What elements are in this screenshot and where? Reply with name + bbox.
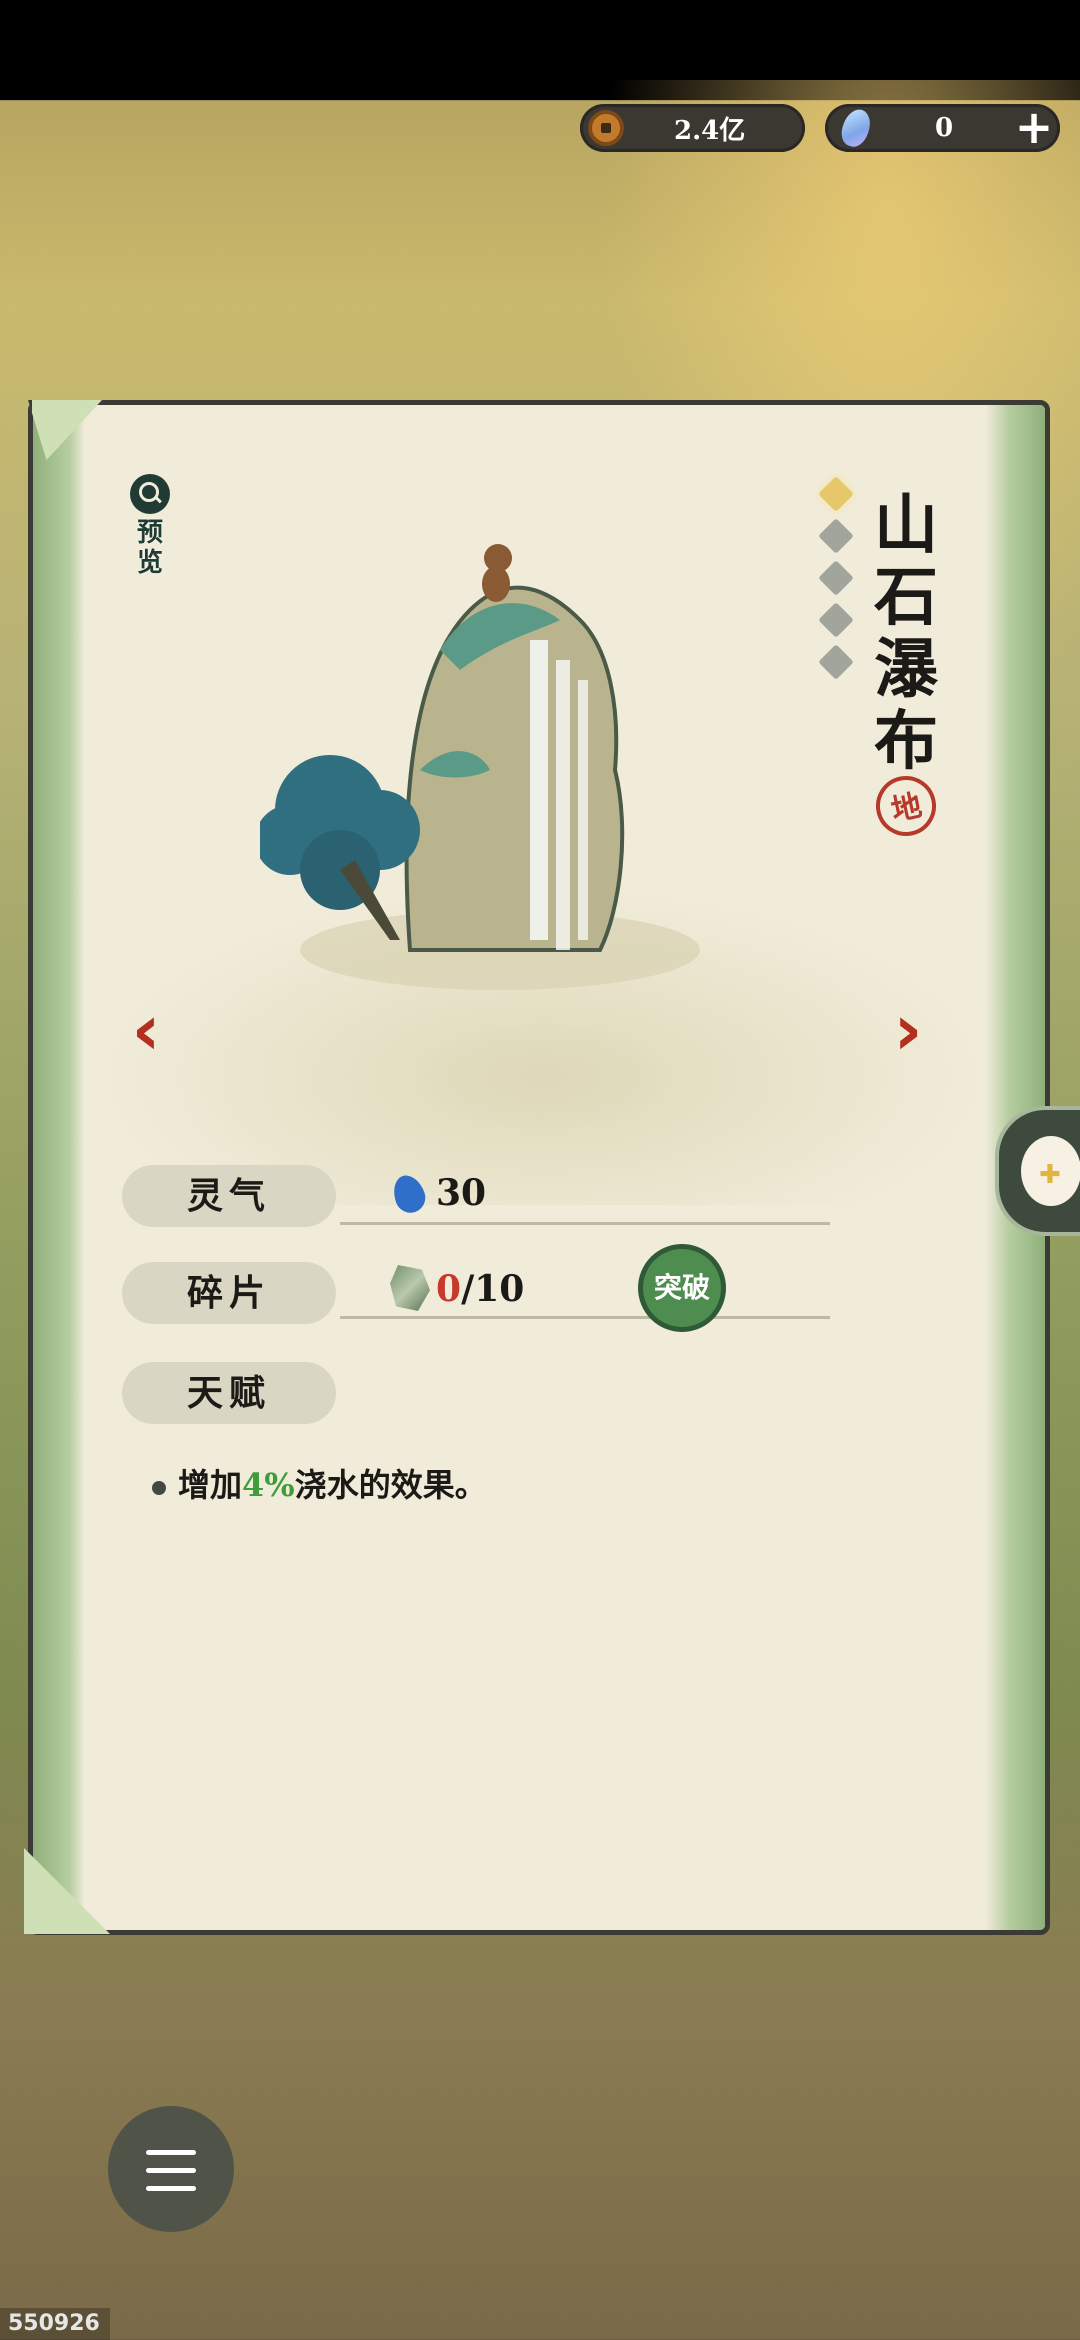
spirit-value: 30 (436, 1172, 487, 1214)
waterfall-stream (530, 640, 548, 940)
gem-counter[interactable]: 0 + (825, 104, 1060, 152)
menu-button[interactable] (108, 2106, 234, 2232)
talent-desc-suffix: 浇水的效果。 (294, 1466, 487, 1504)
fragment-count: 0/10 (436, 1268, 524, 1310)
prev-item-button[interactable]: ‹ (118, 995, 174, 1065)
fragment-need: /10 (461, 1268, 525, 1310)
talent-desc-prefix: 增加 (178, 1466, 243, 1504)
paper-edge-left (33, 405, 85, 1930)
star-empty-icon (818, 560, 854, 596)
bullet-icon (152, 1480, 166, 1495)
waterfall-rock-illustration (260, 544, 700, 990)
coin-counter[interactable]: 2.4亿 (580, 104, 805, 152)
add-gems-button[interactable]: + (1014, 104, 1054, 150)
breakthrough-button[interactable]: 突破 (638, 1244, 726, 1332)
divider (340, 1222, 830, 1225)
talent-description: 增加4%浇水的效果。 (152, 1460, 487, 1506)
item-title: 山石瀑布 (874, 488, 938, 779)
star-empty-icon (818, 602, 854, 638)
gamepad-icon (1021, 1136, 1080, 1206)
fragment-label: 碎片 (122, 1262, 336, 1324)
waterfall-stream (578, 680, 588, 940)
talent-desc-highlight: 4% (242, 1466, 295, 1504)
menu-icon-line (146, 2168, 196, 2173)
side-shortcut-button[interactable] (995, 1106, 1080, 1236)
build-id: 550926 (0, 2308, 110, 2340)
divider (340, 1316, 830, 1319)
spirit-label: 灵气 (122, 1165, 336, 1227)
menu-icon-line (146, 2150, 196, 2155)
talent-label: 天赋 (122, 1362, 336, 1424)
star-filled-icon (818, 476, 854, 512)
next-item-button[interactable]: › (880, 995, 936, 1065)
waterfall-stream (556, 660, 570, 950)
star-empty-icon (818, 518, 854, 554)
star-empty-icon (818, 644, 854, 680)
coin-icon (588, 110, 624, 146)
magnifier-icon (130, 474, 170, 514)
preview-label: 预览 (136, 518, 163, 578)
star-rating (814, 476, 858, 686)
preview-button[interactable]: 预览 (120, 474, 180, 578)
coin-value: 2.4亿 (674, 115, 746, 146)
gem-icon (837, 105, 875, 151)
menu-icon-line (146, 2186, 196, 2191)
gem-value: 0 (935, 113, 954, 143)
fragment-have: 0 (436, 1268, 462, 1310)
monkey-figure (482, 566, 510, 602)
